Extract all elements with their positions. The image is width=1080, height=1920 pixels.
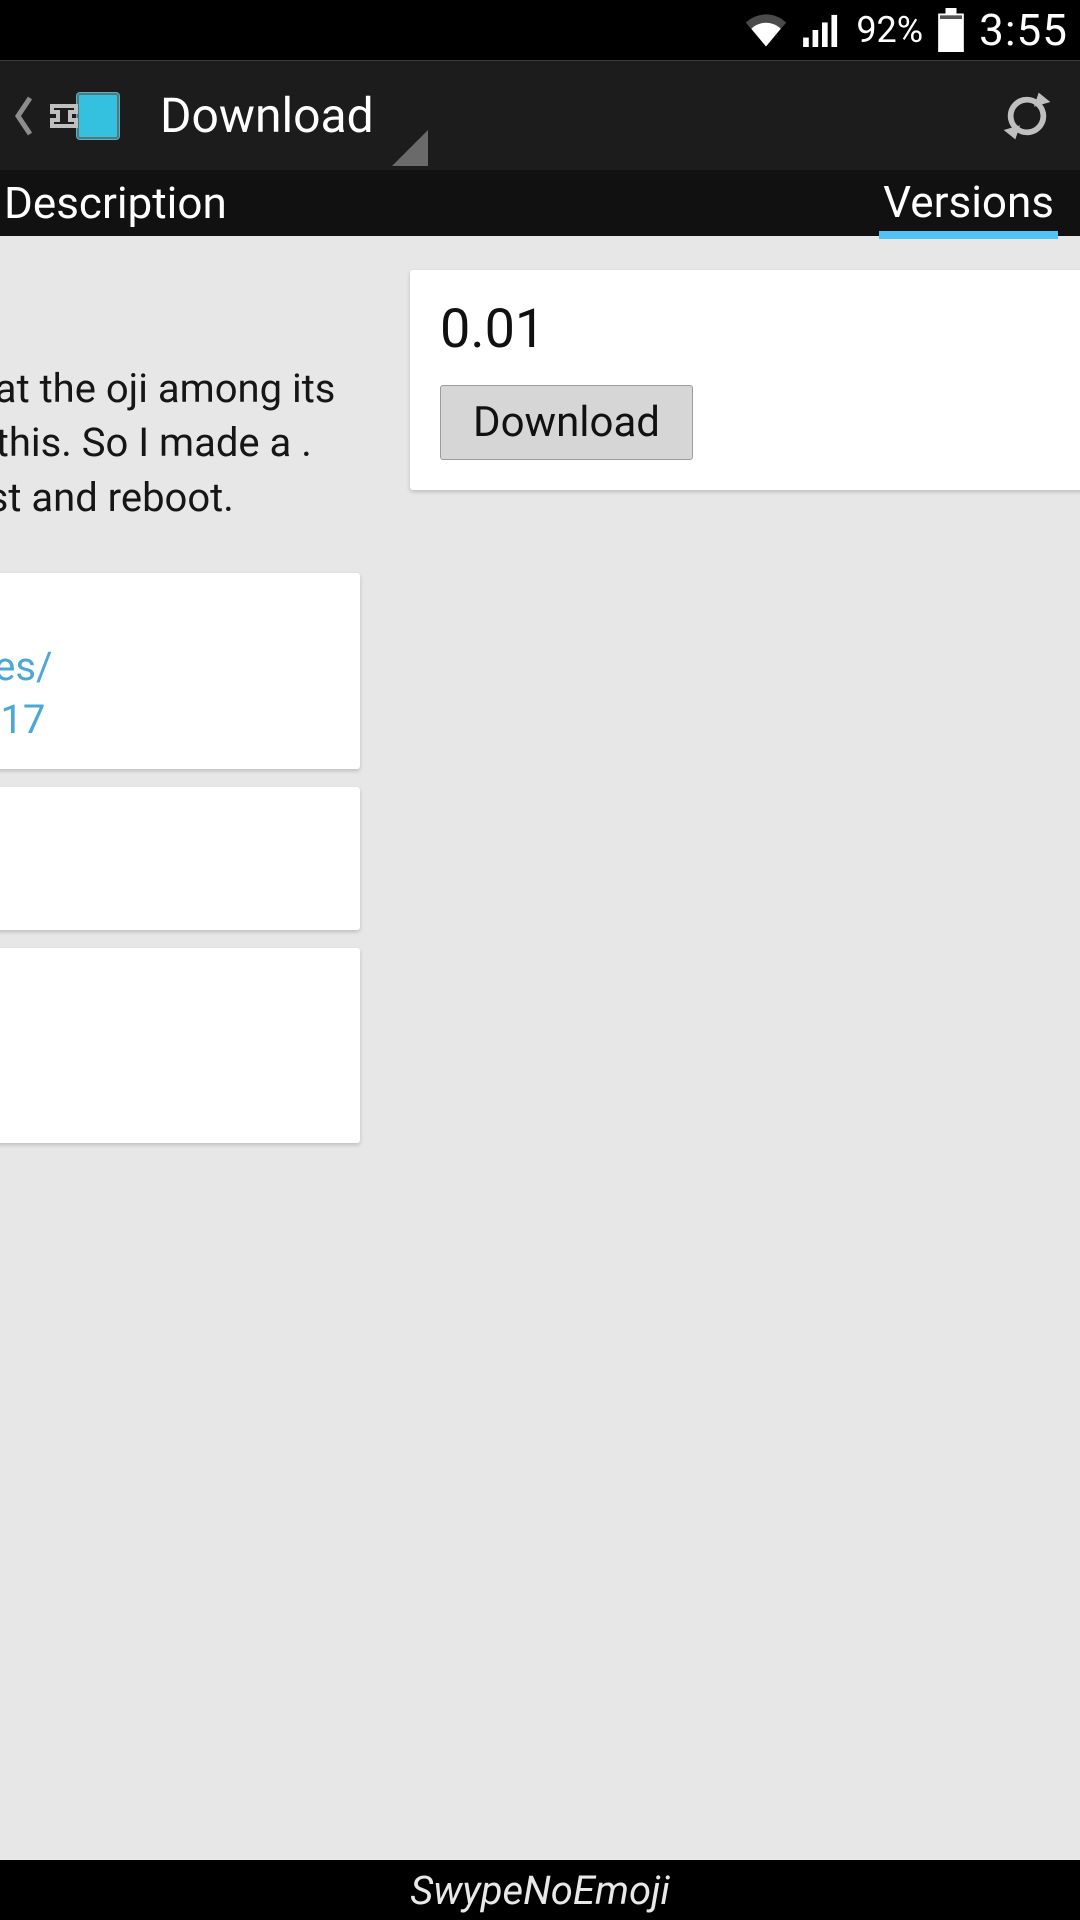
module-name: SwypeNoEmoji xyxy=(410,1867,670,1914)
refresh-button[interactable] xyxy=(992,81,1062,151)
footer-bar: SwypeNoEmoji xyxy=(0,1860,1080,1920)
version-card: 0.01 Download xyxy=(410,270,1080,490)
versions-column: 0.01 Download xyxy=(410,270,1080,490)
status-bar: 92% 3:55 xyxy=(0,0,1080,60)
back-button[interactable] xyxy=(8,86,40,146)
content-area: nnoyed at the fact that the oji among it… xyxy=(0,242,1080,1860)
wifi-icon xyxy=(744,13,788,47)
link-card[interactable]: /swypenoemoji xyxy=(0,787,360,930)
action-bar-title[interactable]: Download xyxy=(160,87,374,144)
tab-versions[interactable]: Versions xyxy=(879,173,1058,239)
module-description: nnoyed at the fact that the oji among it… xyxy=(0,262,360,555)
tab-bar: Description Versions xyxy=(0,170,1080,242)
clock: 3:55 xyxy=(979,4,1068,56)
action-bar: Download xyxy=(0,60,1080,170)
link-card[interactable]: dule/enoemoji xyxy=(0,948,360,1144)
app-icon[interactable] xyxy=(46,86,126,146)
link-text: .com/xposed/modules/-emoji-swype-t305051… xyxy=(0,643,53,743)
dropdown-indicator-icon[interactable] xyxy=(392,130,428,166)
download-button[interactable]: Download xyxy=(440,385,693,460)
cell-signal-icon xyxy=(802,13,842,47)
battery-icon xyxy=(937,8,965,52)
tab-description[interactable]: Description xyxy=(0,170,231,236)
link-card[interactable]: .com/xposed/modules/-emoji-swype-t305051… xyxy=(0,573,360,769)
description-column: nnoyed at the fact that the oji among it… xyxy=(0,262,360,1161)
version-number: 0.01 xyxy=(440,298,1060,361)
battery-percent: 92% xyxy=(856,9,923,51)
